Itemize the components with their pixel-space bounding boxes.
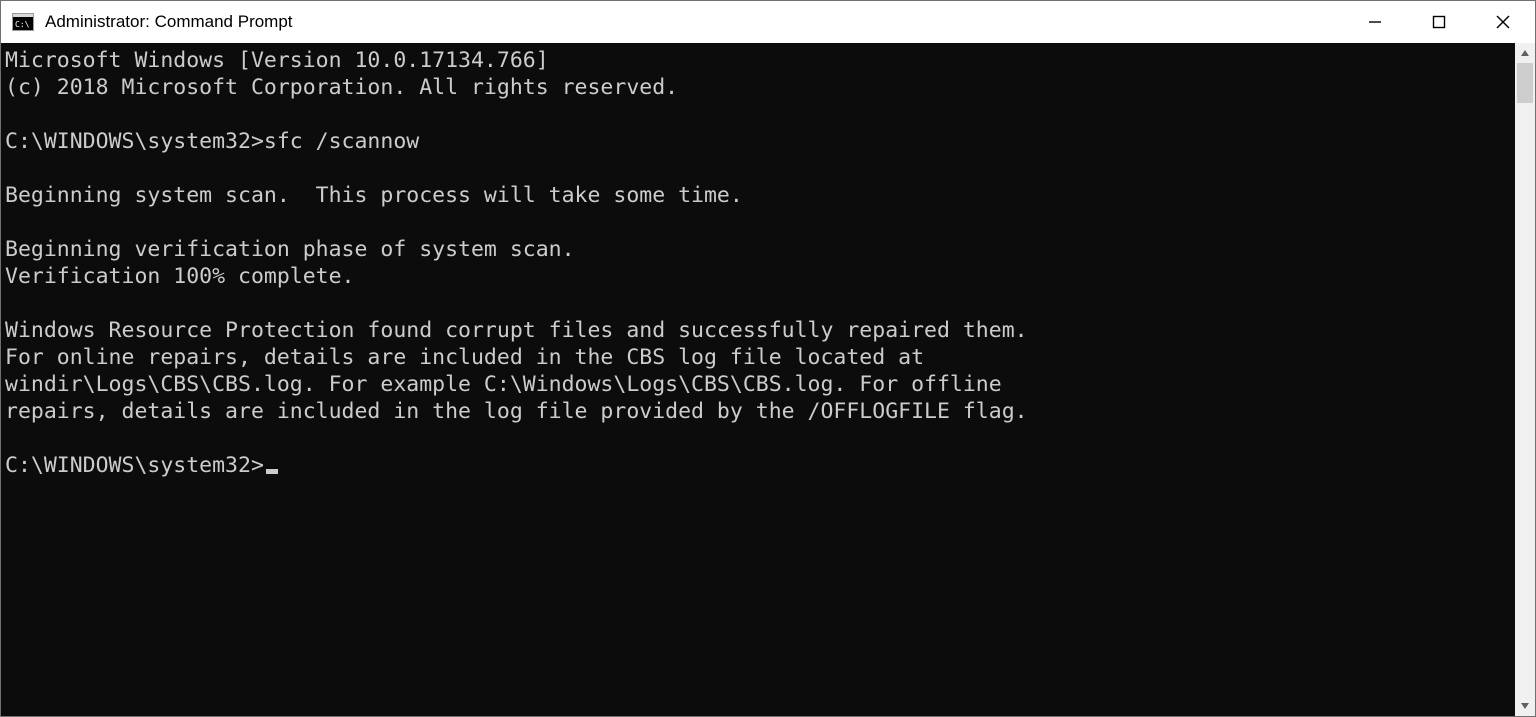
console-output[interactable]: Microsoft Windows [Version 10.0.17134.76…: [1, 43, 1515, 716]
console-prompt: C:\WINDOWS\system32>: [5, 453, 264, 478]
scroll-down-arrow-icon[interactable]: [1515, 696, 1535, 716]
svg-text:C:\: C:\: [15, 20, 30, 29]
minimize-button[interactable]: [1343, 1, 1407, 43]
command-prompt-window: C:\ Administrator: Command Prompt Micros…: [0, 0, 1536, 717]
console-history: Microsoft Windows [Version 10.0.17134.76…: [5, 48, 1028, 424]
maximize-button[interactable]: [1407, 1, 1471, 43]
client-area: Microsoft Windows [Version 10.0.17134.76…: [1, 43, 1535, 716]
window-controls: [1343, 1, 1535, 43]
close-button[interactable]: [1471, 1, 1535, 43]
scrollbar-thumb[interactable]: [1517, 63, 1533, 103]
cmd-icon: C:\: [11, 10, 35, 34]
window-title: Administrator: Command Prompt: [45, 12, 1343, 32]
titlebar[interactable]: C:\ Administrator: Command Prompt: [1, 1, 1535, 43]
scroll-up-arrow-icon[interactable]: [1515, 43, 1535, 63]
vertical-scrollbar[interactable]: [1515, 43, 1535, 716]
console-cursor: [266, 469, 278, 474]
